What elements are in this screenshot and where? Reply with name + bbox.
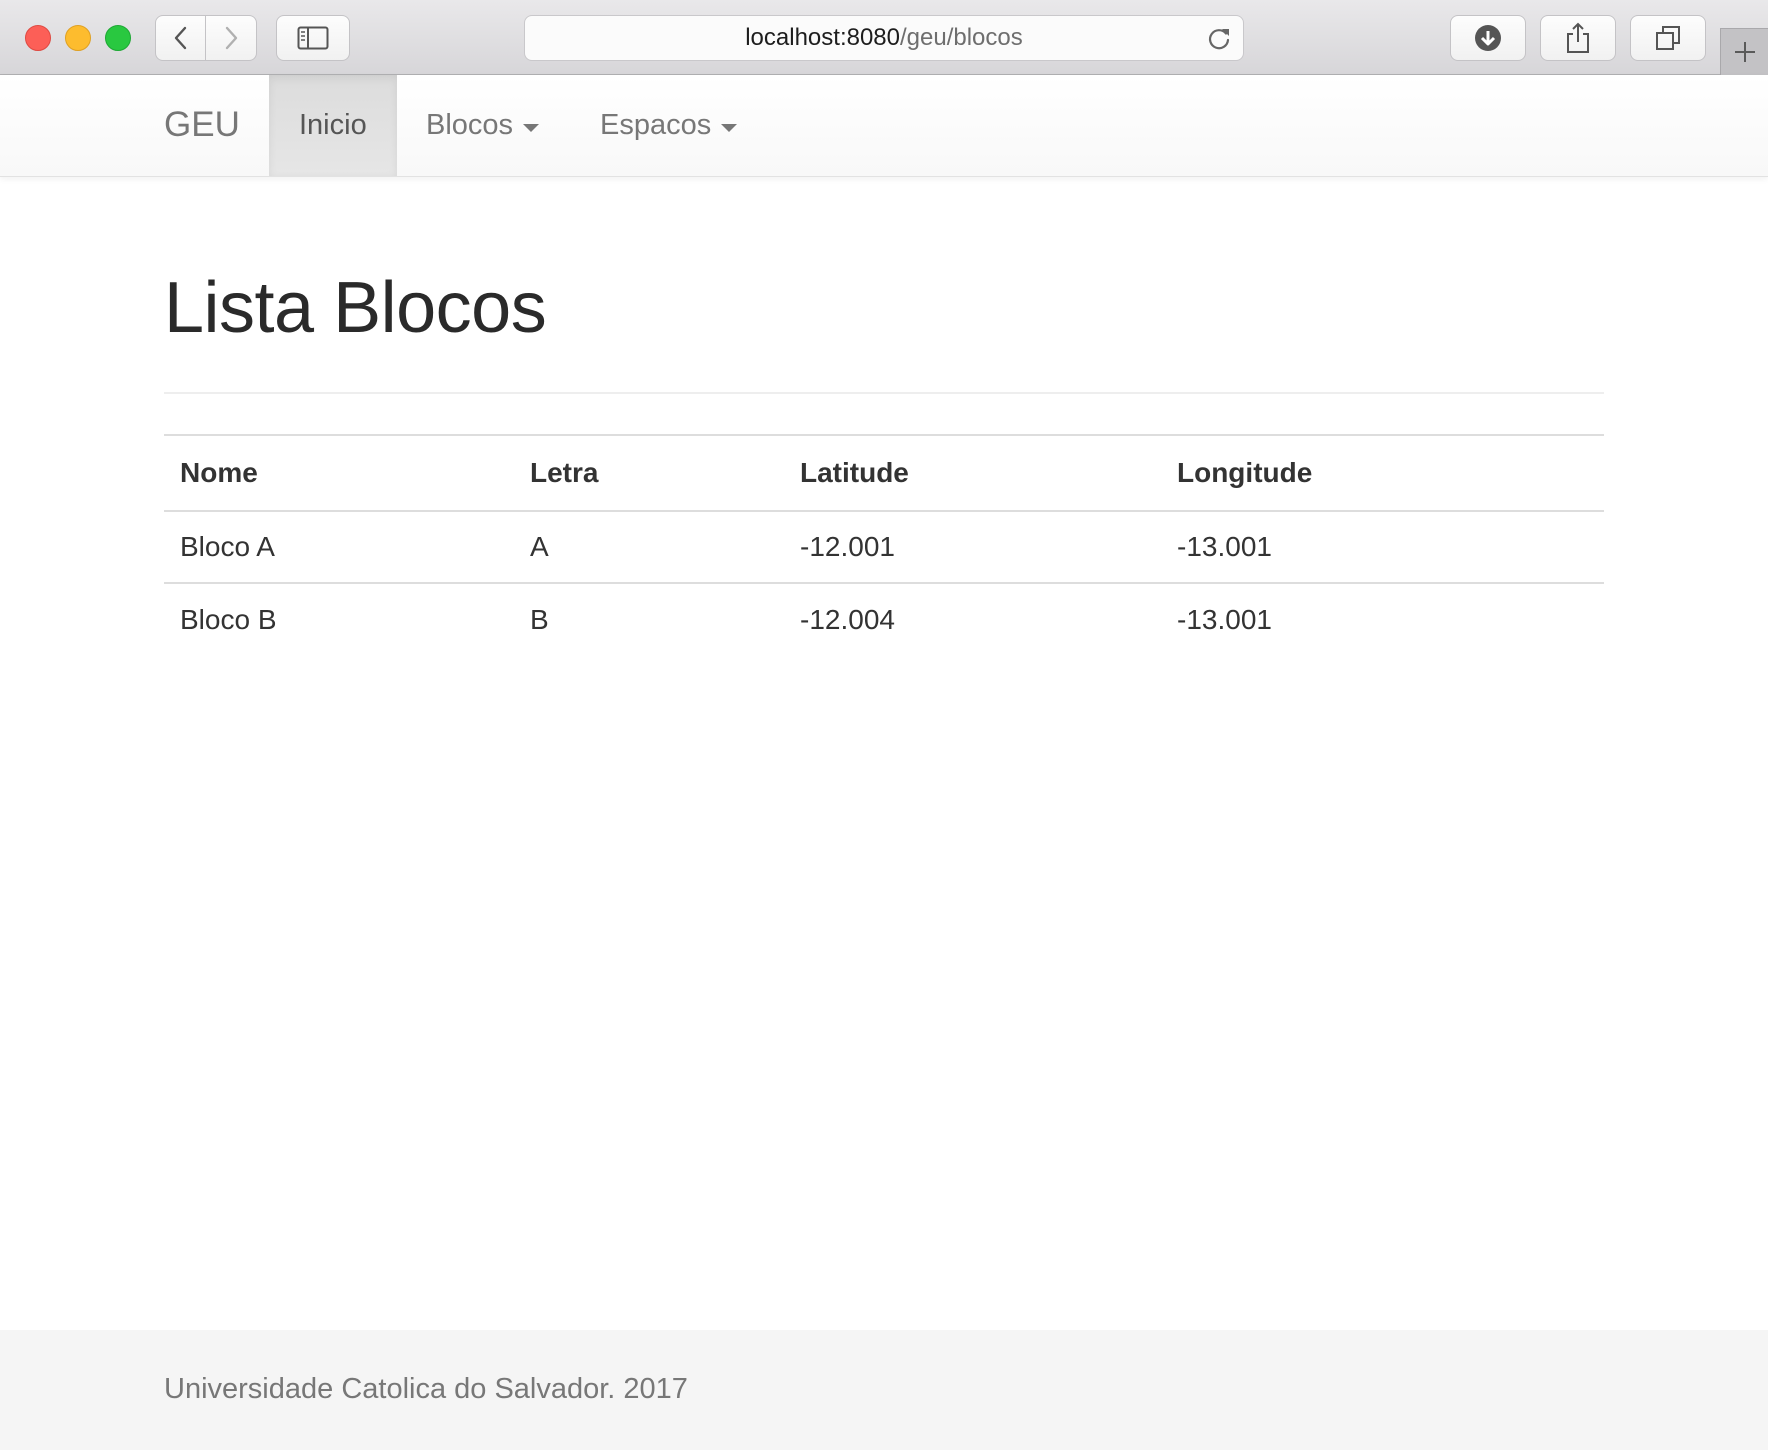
app-navbar: GEU Inicio Blocos Espacos: [0, 75, 1768, 177]
browser-toolbar: localhost:8080/geu/blocos: [0, 0, 1768, 75]
minimize-window-button[interactable]: [65, 25, 91, 51]
brand-link[interactable]: GEU: [164, 105, 240, 145]
nav-inicio-label: Inicio: [299, 109, 367, 141]
new-tab-button[interactable]: [1720, 28, 1768, 75]
share-button[interactable]: [1540, 15, 1616, 61]
cell-latitude: -12.001: [784, 511, 1161, 584]
close-window-button[interactable]: [25, 25, 51, 51]
table-row: Bloco A A -12.001 -13.001: [164, 511, 1604, 584]
tabs-icon: [1656, 26, 1680, 50]
nav-inicio[interactable]: Inicio: [269, 75, 397, 176]
nav-espacos-label: Espacos: [600, 109, 712, 141]
download-icon: [1475, 25, 1501, 51]
nav-espacos-dropdown[interactable]: Espacos: [570, 75, 767, 176]
forward-button[interactable]: [206, 15, 257, 61]
sidebar-button[interactable]: [276, 15, 350, 61]
column-header-latitude: Latitude: [784, 434, 1161, 512]
footer-text: Universidade Catolica do Salvador. 2017: [164, 1373, 688, 1405]
column-header-letra: Letra: [514, 434, 784, 512]
cell-longitude: -13.001: [1177, 603, 1272, 635]
nav-blocos-dropdown[interactable]: Blocos: [396, 75, 569, 176]
caret-down-icon: [721, 123, 738, 132]
table-row: Bloco B B -12.004 -13.001: [164, 583, 1604, 655]
chevron-right-icon: [225, 26, 238, 50]
share-icon: [1567, 22, 1589, 53]
cell-letra: B: [530, 603, 549, 635]
url-host: localhost:8080: [745, 24, 900, 51]
page-footer: Universidade Catolica do Salvador. 2017: [0, 1330, 1768, 1450]
column-header-longitude: Longitude: [1161, 434, 1604, 512]
nav-blocos-label: Blocos: [426, 109, 514, 141]
cell-latitude: -12.004: [800, 603, 895, 635]
title-divider: [164, 392, 1604, 394]
blocos-table: Nome Letra Latitude Longitude Bloco A A …: [164, 434, 1604, 655]
cell-longitude: -13.001: [1161, 511, 1604, 584]
cell-nome: Bloco A: [164, 511, 514, 584]
sidebar-icon: [297, 26, 329, 50]
address-bar[interactable]: localhost:8080/geu/blocos: [524, 15, 1244, 61]
cell-letra: A: [514, 511, 784, 584]
chevron-left-icon: [174, 26, 186, 50]
cell-nome: Bloco B: [180, 603, 277, 635]
reload-icon[interactable]: [1205, 25, 1233, 53]
back-button[interactable]: [155, 15, 206, 61]
caret-down-icon: [523, 123, 540, 132]
column-header-nome: Nome: [164, 434, 514, 512]
tab-overview-button[interactable]: [1630, 15, 1706, 61]
table-header-row: Nome Letra Latitude Longitude: [164, 434, 1604, 512]
plus-icon: [1734, 42, 1755, 62]
url-path: /geu/blocos: [900, 24, 1023, 51]
zoom-window-button[interactable]: [105, 25, 131, 51]
history-navigation: [155, 15, 257, 61]
page-title: Lista Blocos: [164, 268, 547, 348]
downloads-button[interactable]: [1450, 15, 1526, 61]
